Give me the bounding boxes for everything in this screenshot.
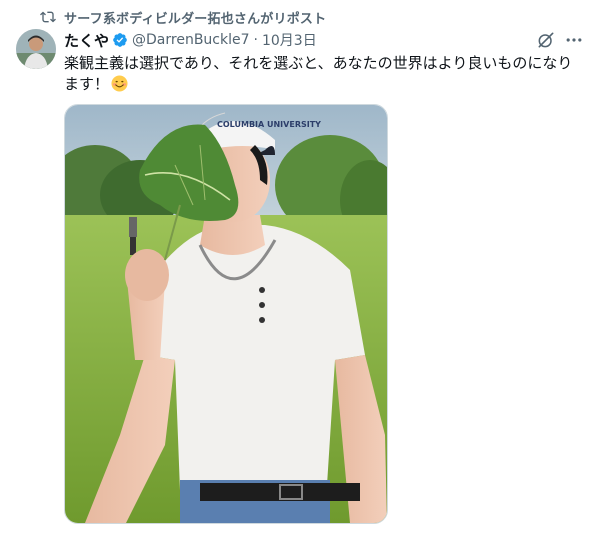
tweet-date[interactable]: 10月3日 (262, 30, 317, 50)
tweet-media-image[interactable]: COLUMBIA UNIVERSITY (64, 104, 388, 524)
repost-indicator[interactable]: サーフ系ボディビルダー拓也さんがリポスト (40, 7, 326, 27)
author-handle[interactable]: @DarrenBuckle7 (132, 32, 250, 48)
repost-label: サーフ系ボディビルダー拓也さんがリポスト (64, 11, 327, 27)
smiling-face-emoji-icon (111, 75, 128, 92)
author-name[interactable]: たくや (64, 30, 109, 51)
separator-dot: · (253, 32, 258, 48)
grok-icon[interactable] (536, 30, 556, 50)
tweet-header: たくや @DarrenBuckle7 · 10月3日 (64, 29, 317, 51)
tweet-body: 楽観主義は選択であり、それを選ぶと、あなたの世界はより良いものになります！ (64, 54, 573, 93)
avatar[interactable] (16, 29, 56, 69)
tweet-text: 楽観主義は選択であり、それを選ぶと、あなたの世界はより良いものになります！ (64, 53, 584, 95)
cap-logo-text: COLUMBIA UNIVERSITY (217, 120, 321, 129)
verified-badge-icon (113, 33, 127, 47)
more-options-icon[interactable] (564, 30, 584, 50)
repost-icon (40, 11, 56, 23)
